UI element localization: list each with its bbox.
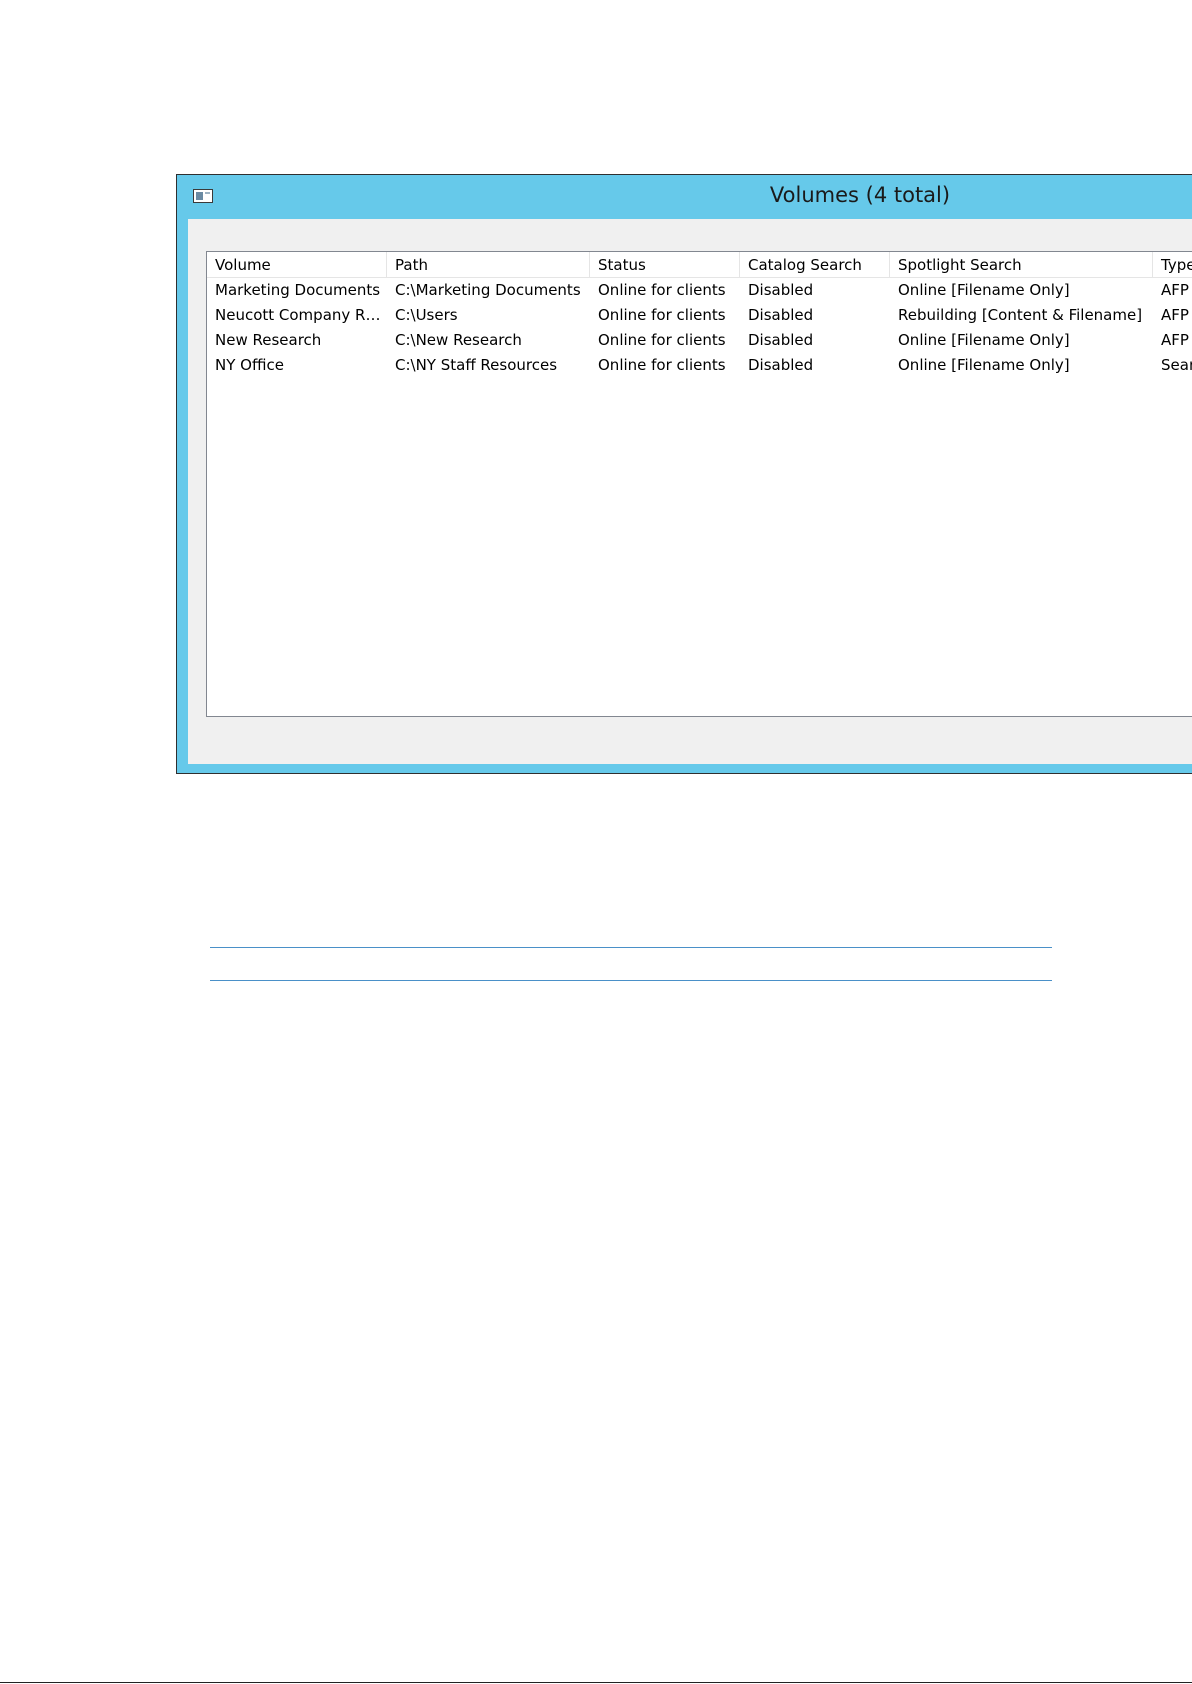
cell-volume: Marketing Documents [215,281,381,299]
window-client-area: Volume Path Status Catalog Search Spotli… [188,219,1192,764]
divider-top [210,947,1052,948]
volumes-list[interactable]: Volume Path Status Catalog Search Spotli… [206,251,1192,717]
list-header: Volume Path Status Catalog Search Spotli… [207,252,1192,278]
cell-path: C:\Users [395,306,458,324]
cell-type: AFP [1161,281,1189,299]
volumes-window: Volumes (4 total) Volume Path Status Cat… [176,174,1192,774]
cell-type: Search [1161,356,1192,374]
table-row[interactable]: Marketing Documents C:\Marketing Documen… [207,278,1192,303]
cell-catalog-search: Disabled [748,356,814,374]
cell-spotlight-search: Online [Filename Only] [898,331,1070,349]
table-row[interactable]: New Research C:\New Research Online for … [207,328,1192,353]
column-header-catalog-search[interactable]: Catalog Search [740,252,890,277]
cell-status: Online for clients [598,331,726,349]
column-header-status[interactable]: Status [590,252,740,277]
column-header-spotlight-search[interactable]: Spotlight Search [890,252,1153,277]
cell-spotlight-search: Online [Filename Only] [898,356,1070,374]
cell-volume: New Research [215,331,322,349]
cell-status: Online for clients [598,281,726,299]
divider-bottom [210,980,1052,981]
cell-volume: Neucott Company R… [215,306,381,324]
column-header-volume[interactable]: Volume [207,252,387,277]
cell-spotlight-search: Online [Filename Only] [898,281,1070,299]
cell-path: C:\New Research [395,331,522,349]
cell-path: C:\NY Staff Resources [395,356,558,374]
cell-catalog-search: Disabled [748,306,814,324]
column-header-path[interactable]: Path [387,252,590,277]
cell-status: Online for clients [598,306,726,324]
cell-catalog-search: Disabled [748,281,814,299]
page-footer-line [0,1682,1192,1683]
cell-status: Online for clients [598,356,726,374]
cell-path: C:\Marketing Documents [395,281,581,299]
cell-type: AFP [1161,331,1189,349]
cell-type: AFP [1161,306,1189,324]
cell-spotlight-search: Rebuilding [Content & Filename] [898,306,1143,324]
column-header-type[interactable]: Type [1153,252,1192,277]
title-bar[interactable]: Volumes (4 total) [177,175,1192,219]
table-row[interactable]: NY Office C:\NY Staff Resources Online f… [207,353,1192,378]
table-row[interactable]: Neucott Company R… C:\Users Online for c… [207,303,1192,328]
cell-volume: NY Office [215,356,284,374]
cell-catalog-search: Disabled [748,331,814,349]
window-title: Volumes (4 total) [769,183,951,207]
